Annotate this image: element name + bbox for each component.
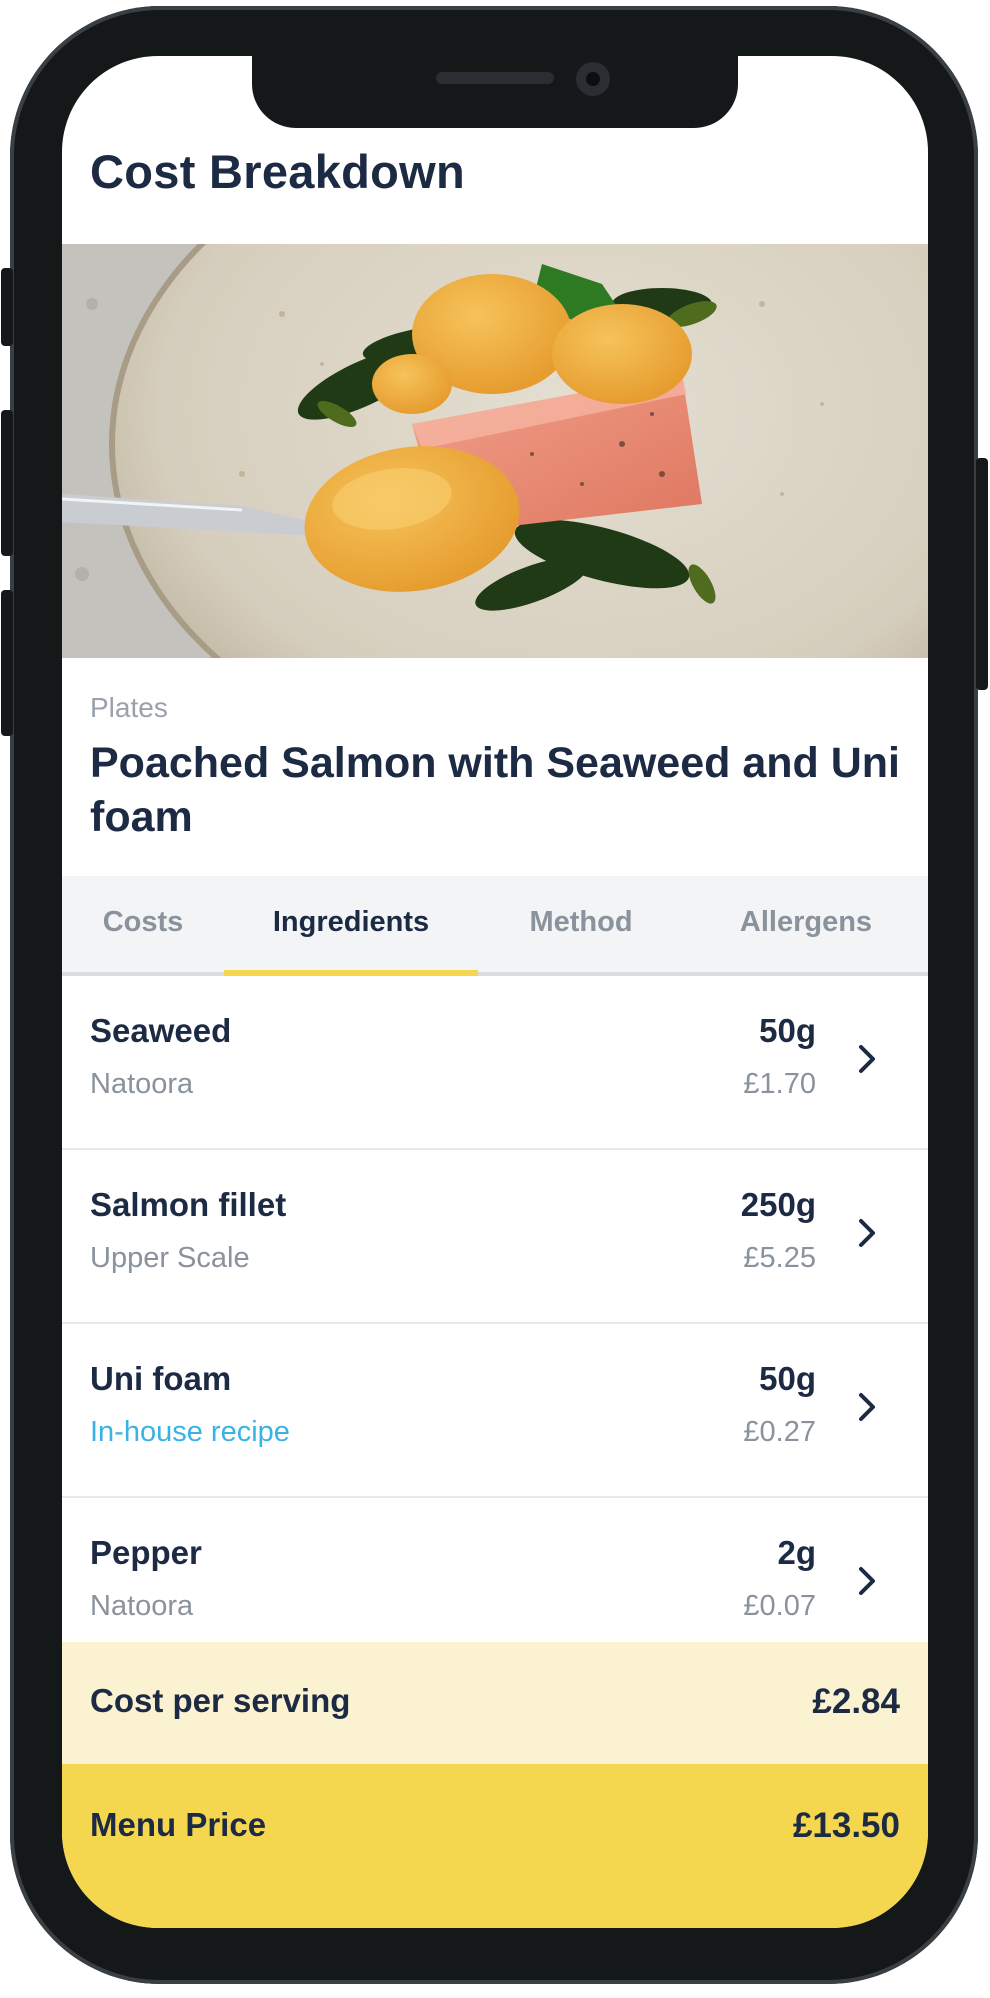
ingredient-quantity: 250g (740, 1186, 816, 1223)
power-button (976, 458, 988, 690)
ingredient-supplier: Natoora (90, 1590, 194, 1622)
tab-ingredients-label: Ingredients (272, 906, 430, 938)
ingredient-row[interactable]: Uni foam In-house recipe 50g £0.27 (62, 1324, 928, 1498)
ingredient-cost: £0.27 (743, 1416, 816, 1448)
device-notch (252, 56, 738, 128)
ingredient-name: Pepper (90, 1534, 202, 1571)
ingredient-quantity: 2g (777, 1534, 816, 1571)
dish-name: Poached Salmon with Seaweed and Uni foam (90, 739, 901, 841)
ingredient-row[interactable]: Pepper Natoora 2g £0.07 (62, 1498, 928, 1640)
chevron-right-icon (859, 1393, 875, 1421)
ingredient-name: Uni foam (90, 1360, 232, 1397)
ingredient-quantity: 50g (759, 1012, 816, 1049)
ingredient-supplier: Upper Scale (90, 1242, 250, 1274)
cost-per-serving-bar: Cost per serving £2.84 (62, 1642, 928, 1764)
tab-method[interactable]: Method (478, 876, 684, 972)
ingredient-name: Salmon fillet (90, 1186, 287, 1223)
tab-allergens[interactable]: Allergens (684, 876, 928, 972)
chevron-right-icon (859, 1567, 875, 1595)
ingredient-row[interactable]: Salmon fillet Upper Scale 250g £5.25 (62, 1150, 928, 1324)
ingredient-list: Seaweed Natoora 50g £1.70 Salmon fillet … (62, 976, 928, 1640)
tab-bar: Costs Ingredients Method Allergens (62, 876, 928, 976)
tab-ingredients[interactable]: Ingredients (224, 876, 478, 976)
ingredient-supplier: Natoora (90, 1068, 194, 1100)
chevron-right-icon (859, 1045, 875, 1073)
dish-category: Plates (90, 692, 168, 723)
menu-price-bar[interactable]: Menu Price £13.50 (62, 1764, 928, 1928)
ingredient-quantity: 50g (759, 1360, 816, 1397)
ingredient-cost: £5.25 (743, 1242, 816, 1274)
volume-up-button (1, 410, 13, 556)
dish-photo (62, 101, 928, 787)
front-camera (576, 62, 610, 96)
cost-per-serving-label: Cost per serving (90, 1682, 351, 1719)
tab-costs-label: Costs (102, 906, 184, 938)
ingredient-cost: £1.70 (743, 1068, 816, 1100)
silent-switch (1, 268, 13, 346)
page-title: Cost Breakdown (90, 145, 466, 198)
app-screen: Cost Breakdown Plates Poached Salmon wit… (62, 56, 928, 1928)
menu-price-value: £13.50 (792, 1806, 900, 1845)
ingredient-cost: £0.07 (743, 1590, 816, 1622)
ingredient-row[interactable]: Seaweed Natoora 50g £1.70 (62, 976, 928, 1150)
tab-method-label: Method (529, 906, 633, 938)
in-house-recipe-link[interactable]: In-house recipe (90, 1416, 290, 1449)
speaker-grille (436, 72, 554, 84)
chevron-right-icon (859, 1219, 875, 1247)
tab-costs[interactable]: Costs (62, 876, 224, 972)
menu-price-label: Menu Price (90, 1806, 267, 1843)
volume-down-button (1, 590, 13, 736)
tab-allergens-label: Allergens (739, 906, 873, 938)
ingredient-name: Seaweed (90, 1012, 232, 1049)
cost-per-serving-value: £2.84 (812, 1682, 900, 1721)
